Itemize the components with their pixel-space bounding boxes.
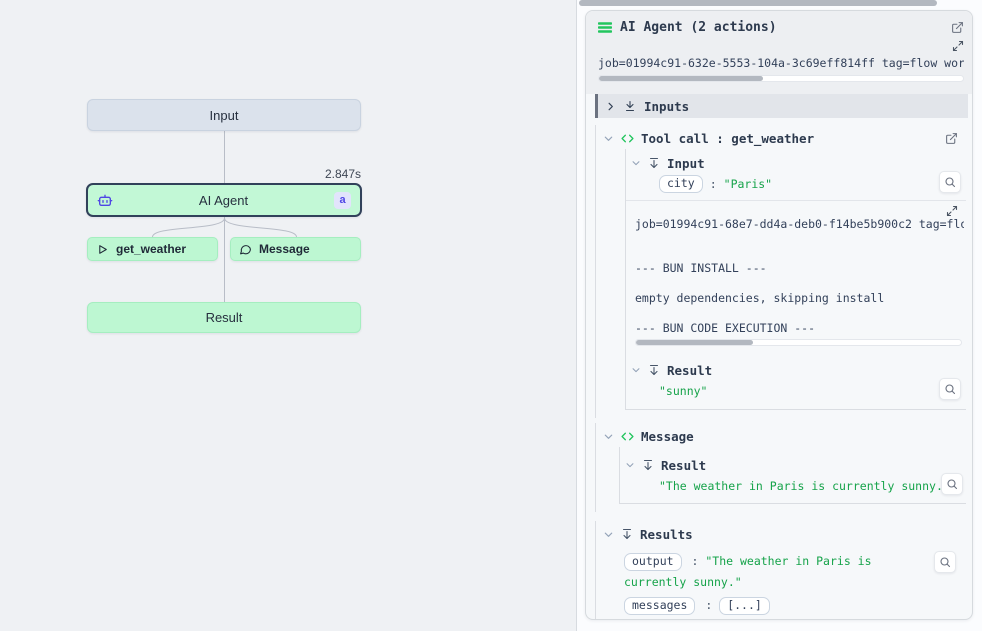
get-weather-node-label: get_weather [116,242,186,256]
tool-call-external-link-icon[interactable] [945,132,958,145]
flow-node-ai-agent[interactable]: AI Agent a [86,183,362,217]
log-line-install-msg: empty dependencies, skipping install [626,291,964,305]
arrow-down-from-line-icon [648,157,660,169]
tool-result-row: "sunny" [626,380,966,401]
results-section-header[interactable]: Results [596,523,966,545]
colon-separator: : [691,554,698,568]
search-icon[interactable] [941,473,963,495]
colon-separator: : [710,177,717,191]
inputs-section-label: Inputs [644,99,689,114]
agent-badge: a [334,192,351,209]
tool-log-box: job=01994c91-68e7-dd4a-deb0-f14be5b900c2… [626,200,966,352]
node-duration-label: 2.847s [261,167,361,181]
flow-node-get-weather[interactable]: get_weather [87,237,218,261]
ai-agent-node-label: AI Agent [113,193,334,208]
run-details-drawer: AI Agent (2 actions) job=01994c91-632e-5… [577,0,982,631]
chevron-down-icon [625,460,635,470]
collapsed-array-pill[interactable]: [...] [719,597,770,615]
tool-call-body: Input city : "Paris" [625,149,966,410]
expand-logs-icon[interactable] [946,205,958,217]
arg-key-pill: city [659,175,703,193]
result-messages-row: messages : [...] [624,595,956,616]
message-section-header[interactable]: Message [596,425,966,447]
code-icon [621,430,634,443]
chevron-down-icon [603,431,614,442]
tool-job-id-line: job=01994c91-68e7-dd4a-deb0-f14be5b900c2… [626,217,964,231]
log-line-bun-exec: --- BUN CODE EXECUTION --- [626,321,964,335]
tool-progress-track [635,339,962,346]
chevron-down-icon [603,133,614,144]
panel-title: AI Agent (2 actions) [620,20,777,35]
result-output-row: output : "The weather in Paris is curren… [624,551,956,593]
expand-logs-icon[interactable] [952,40,964,52]
arrow-down-from-line-icon [642,459,654,471]
flow-node-result[interactable]: Result [87,302,361,333]
agent-job-id-line: job=01994c91-632e-5553-104a-3c69eff814ff… [598,56,964,70]
tool-call-section: Tool call : get_weather Input [595,125,966,418]
agent-progress-fill [599,76,763,81]
flow-node-input[interactable]: Input [87,99,361,131]
message-result-header[interactable]: Result [620,455,966,475]
arrow-down-to-line-icon [624,100,636,112]
code-icon [621,132,634,145]
flow-node-message[interactable]: Message [230,237,361,261]
result-node-label: Result [206,310,243,325]
result-key-pill: output [624,553,682,571]
chevron-right-icon [605,101,616,112]
open-job-external-link-icon[interactable] [951,21,964,34]
message-node-label: Message [259,242,310,256]
arrow-down-from-line-icon [621,528,633,540]
agent-progress-track [598,75,964,82]
chevron-down-icon [603,529,614,540]
results-section-label: Results [640,527,693,542]
section-inputs[interactable]: Inputs [595,94,968,118]
agent-header-block: AI Agent (2 actions) job=01994c91-632e-5… [586,11,972,94]
colon-separator: : [705,598,712,612]
search-icon[interactable] [939,171,961,193]
tool-result-label: Result [667,363,712,378]
play-icon [96,243,109,256]
message-section: Message Result "The weather in Paris is … [595,423,966,512]
search-icon[interactable] [934,551,956,573]
tool-input-label: Input [667,156,705,171]
results-body: output : "The weather in Paris is curren… [596,545,966,616]
message-result-row: "The weather in Paris is currently sunny… [620,475,966,496]
flow-canvas[interactable]: 2.847s Input AI Agent a get_weather Mess… [0,0,577,631]
flow-run-progress-bar [579,0,937,6]
tool-call-section-header[interactable]: Tool call : get_weather [596,127,966,149]
tool-result-header[interactable]: Result [626,360,966,380]
bot-icon [97,192,113,208]
arrow-down-from-line-icon [648,364,660,376]
chevron-down-icon [631,158,641,168]
message-result-label: Result [661,458,706,473]
tool-progress-fill [636,340,753,345]
message-bubble-icon [239,243,252,256]
log-line-bun-install: --- BUN INSTALL --- [626,261,964,275]
tool-call-title: Tool call : get_weather [641,131,814,146]
ai-agent-detail-panel: AI Agent (2 actions) job=01994c91-632e-5… [585,10,973,620]
agent-lines-icon [598,21,612,34]
tool-input-arg-row: city : "Paris" [626,173,966,194]
input-node-label: Input [210,108,239,123]
tool-input-header[interactable]: Input [626,153,966,173]
tool-result-value: "sunny" [659,384,707,398]
result-key-pill: messages [624,597,695,615]
chevron-down-icon [631,365,641,375]
message-body: Result "The weather in Paris is currentl… [619,447,966,504]
search-icon[interactable] [939,378,961,400]
message-section-title: Message [641,429,694,444]
arg-value: "Paris" [724,177,772,191]
results-section: Results output : "The weather in Paris i… [595,521,966,620]
message-result-value: "The weather in Paris is currently sunny… [659,479,950,493]
